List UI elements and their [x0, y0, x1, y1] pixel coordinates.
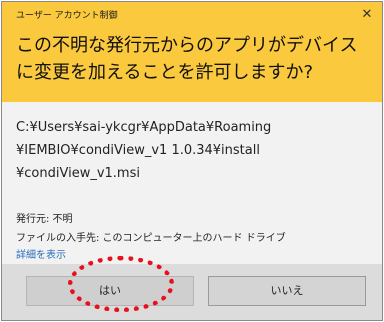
program-metadata: 発行元: 不明 ファイルの入手先: このコンピューター上のハード ドライブ [16, 210, 376, 248]
uac-dialog: ユーザー アカウント制御 ✕ この不明な発行元からのアプリがデバイスに変更を加え… [1, 1, 383, 321]
program-path-line: ¥condiView_v1.msi [16, 166, 140, 181]
dialog-title: ユーザー アカウント制御 [16, 11, 118, 21]
file-origin-info: ファイルの入手先: このコンピューター上のハード ドライブ [16, 233, 286, 244]
highlight-annotation [68, 256, 174, 312]
close-icon[interactable]: ✕ [360, 8, 374, 22]
dialog-footer: はい いいえ [2, 264, 382, 320]
program-path-line: C:¥Users¥sai-ykcgr¥AppData¥Roaming [16, 120, 272, 135]
program-path: C:¥Users¥sai-ykcgr¥AppData¥Roaming ¥IEMB… [16, 116, 376, 185]
show-details-link[interactable]: 詳細を表示 [16, 246, 66, 261]
program-path-line: ¥IEMBIO¥condiView_v1 1.0.34¥install [16, 143, 260, 158]
prompt-question: この不明な発行元からのアプリがデバイスに変更を加えることを許可しますか? [16, 35, 358, 83]
no-button[interactable]: いいえ [208, 276, 366, 306]
publisher-info: 発行元: 不明 [16, 214, 73, 225]
dialog-header: ユーザー アカウント制御 ✕ この不明な発行元からのアプリがデバイスに変更を加え… [2, 2, 382, 102]
